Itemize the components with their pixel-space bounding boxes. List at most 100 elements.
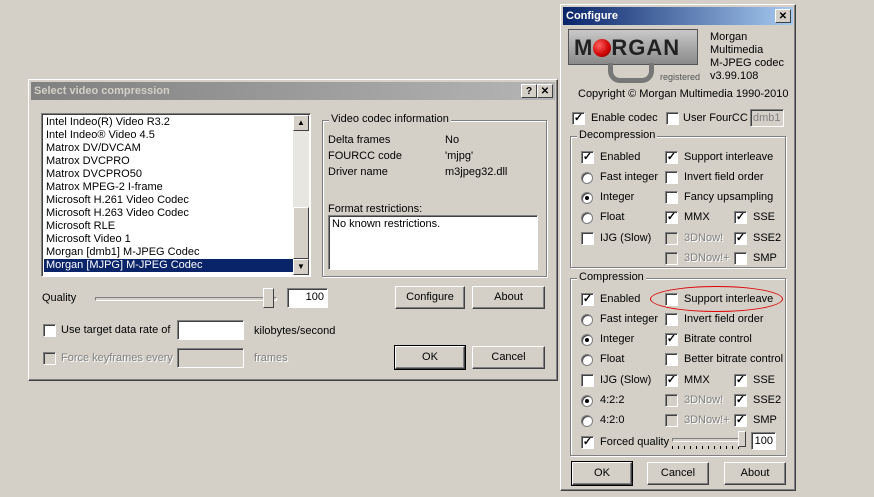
comp-float-label: Float: [600, 353, 625, 365]
dec-invert-field-checkbox[interactable]: [665, 171, 678, 184]
user-fourcc-label: User FourCC: [683, 112, 748, 124]
codec-list-item[interactable]: Morgan [MJPG] M-JPEG Codec: [44, 259, 294, 272]
comp-mmx-checkbox[interactable]: ✓: [665, 374, 678, 387]
target-rate-input[interactable]: [177, 320, 244, 340]
configure-button[interactable]: Configure: [395, 286, 465, 309]
comp-bitrate-control-checkbox[interactable]: ✓: [665, 333, 678, 346]
forced-quality-slider-thumb[interactable]: [738, 431, 746, 447]
codec-list-item[interactable]: Microsoft H.261 Video Codec: [44, 194, 294, 207]
comp-3dnow-checkbox[interactable]: [665, 394, 678, 407]
ok-button[interactable]: OK: [394, 345, 466, 370]
forced-quality-ticks: [672, 446, 744, 449]
dec-float-radio[interactable]: [581, 212, 593, 224]
configure-about-button[interactable]: About: [724, 462, 786, 485]
quality-input[interactable]: 100: [287, 288, 328, 308]
codec-list-item[interactable]: Microsoft RLE: [44, 220, 294, 233]
comp-fast-integer-radio[interactable]: [581, 314, 593, 326]
product-info: Morgan Multimedia M-JPEG codec v3.99.108: [710, 31, 784, 82]
keyframes-checkbox[interactable]: [43, 352, 56, 365]
dec-integer-label: Integer: [600, 191, 635, 203]
codec-list-item[interactable]: Matrox MPEG-2 I-frame: [44, 181, 294, 194]
codec-info-group: Video codec information Delta frames No …: [322, 113, 547, 277]
fourcc-input[interactable]: dmb1: [750, 109, 784, 127]
comp-sse2-checkbox[interactable]: ✓: [734, 394, 747, 407]
dec-3dnowplus-label: 3DNow!+: [684, 252, 730, 264]
forced-quality-label: Forced quality: [600, 436, 670, 448]
dec-sse2-checkbox[interactable]: ✓: [734, 232, 747, 245]
forced-quality-input[interactable]: 100: [751, 432, 776, 450]
comp-smp-checkbox[interactable]: ✓: [734, 414, 747, 427]
about-button[interactable]: About: [472, 286, 545, 309]
codec-list-item[interactable]: Microsoft H.263 Video Codec: [44, 207, 294, 220]
scroll-down-button[interactable]: ▼: [293, 259, 309, 275]
keyframes-input[interactable]: [177, 348, 244, 368]
codec-list-item[interactable]: Intel Indeo® Video 4.5: [44, 129, 294, 142]
comp-ijg-checkbox[interactable]: [581, 374, 594, 387]
configure-ok-button[interactable]: OK: [571, 461, 633, 486]
dec-fast-integer-radio[interactable]: [581, 172, 593, 184]
select-compression-dialog: Select video compression ? ✕ Intel Indeo…: [28, 79, 558, 381]
codec-list-item[interactable]: Intel Indeo(R) Video R3.2: [44, 116, 294, 129]
user-fourcc-checkbox[interactable]: [666, 112, 679, 125]
comp-fast-integer-label: Fast integer: [600, 313, 659, 325]
morgan-logo: M RGAN registered: [568, 29, 705, 85]
configure-titlebar[interactable]: Configure: [563, 7, 793, 25]
dec-mmx-checkbox[interactable]: ✓: [665, 211, 678, 224]
comp-sse-checkbox[interactable]: ✓: [734, 374, 747, 387]
codec-list-item[interactable]: Matrox DV/DVCAM: [44, 142, 294, 155]
comp-smp-label: SMP: [753, 414, 777, 426]
scroll-up-button[interactable]: ▲: [293, 115, 309, 131]
dec-sse-checkbox[interactable]: ✓: [734, 211, 747, 224]
configure-dialog: Configure ✕ M RGAN registered Morgan Mult…: [560, 4, 796, 491]
target-rate-checkbox[interactable]: [43, 324, 56, 337]
forced-quality-slider-track[interactable]: [672, 438, 744, 442]
quality-slider-track[interactable]: [95, 297, 277, 301]
dec-mmx-label: MMX: [684, 211, 710, 223]
fourcc-label: FOURCC code: [328, 150, 402, 162]
codec-info-group-label: Video codec information: [329, 113, 451, 125]
comp-3dnow-label: 3DNow!: [684, 394, 724, 406]
dec-ijg-label: IJG (Slow): [600, 232, 652, 244]
comp-3dnowplus-checkbox[interactable]: [665, 414, 678, 427]
dec-smp-checkbox[interactable]: [734, 252, 747, 265]
copyright-text: Copyright © Morgan Multimedia 1990-2010: [578, 88, 789, 100]
comp-420-radio[interactable]: [581, 415, 593, 427]
comp-float-radio[interactable]: [581, 354, 593, 366]
codec-list-item[interactable]: Morgan [dmb1] M-JPEG Codec: [44, 246, 294, 259]
comp-3dnowplus-label: 3DNow!+: [684, 414, 730, 426]
dec-support-interleave-checkbox[interactable]: ✓: [665, 151, 678, 164]
driver-name-label: Driver name: [328, 166, 388, 178]
comp-better-bitrate-checkbox[interactable]: [665, 353, 678, 366]
dec-3dnow-checkbox[interactable]: [665, 232, 678, 245]
dec-invert-field-label: Invert field order: [684, 171, 764, 183]
configure-close-button[interactable]: ✕: [775, 9, 791, 23]
select-compression-titlebar[interactable]: Select video compression: [31, 82, 555, 100]
format-restrictions-box: No known restrictions.: [328, 215, 538, 270]
dec-support-interleave-label: Support interleave: [684, 151, 774, 163]
comp-invert-field-checkbox[interactable]: [665, 313, 678, 326]
close-button[interactable]: ✕: [537, 84, 553, 98]
codec-list-item[interactable]: Matrox DVCPRO: [44, 155, 294, 168]
enable-codec-checkbox[interactable]: ✓: [572, 112, 585, 125]
comp-bitrate-control-label: Bitrate control: [684, 333, 752, 345]
dec-ijg-checkbox[interactable]: [581, 232, 594, 245]
dec-3dnowplus-checkbox[interactable]: [665, 252, 678, 265]
configure-cancel-button[interactable]: Cancel: [647, 462, 709, 485]
dec-integer-radio[interactable]: [581, 192, 593, 204]
codec-list[interactable]: Intel Indeo(R) Video R3.2 Intel Indeo® Vi…: [41, 113, 311, 277]
codec-list-item[interactable]: Matrox DVCPRO50: [44, 168, 294, 181]
target-rate-unit: kilobytes/second: [254, 325, 336, 337]
help-button[interactable]: ?: [521, 84, 537, 98]
comp-enabled-checkbox[interactable]: ✓: [581, 293, 594, 306]
dec-fancy-upsampling-checkbox[interactable]: [665, 191, 678, 204]
cancel-button[interactable]: Cancel: [472, 346, 545, 369]
comp-422-radio[interactable]: [581, 395, 593, 407]
dec-enabled-checkbox[interactable]: ✓: [581, 151, 594, 164]
codec-list-item[interactable]: Microsoft Video 1: [44, 233, 294, 246]
codec-list-scrollbar[interactable]: ▲ ▼: [293, 115, 309, 275]
quality-slider-thumb[interactable]: [263, 288, 274, 308]
scroll-thumb[interactable]: [293, 207, 309, 259]
forced-quality-checkbox[interactable]: ✓: [581, 436, 594, 449]
comp-enabled-label: Enabled: [600, 293, 641, 305]
comp-integer-radio[interactable]: [581, 334, 593, 346]
